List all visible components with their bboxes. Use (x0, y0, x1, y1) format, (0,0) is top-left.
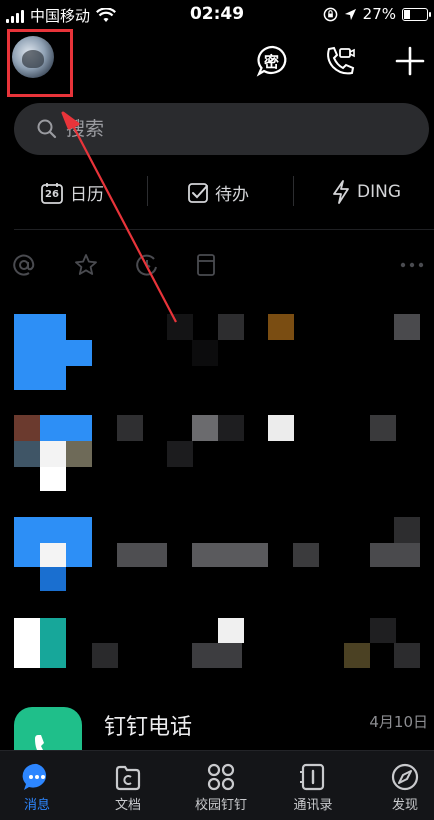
mosaic-block (192, 643, 242, 668)
video-call-button[interactable] (323, 44, 357, 78)
battery-icon (402, 7, 431, 21)
ding-button[interactable]: DING (331, 180, 401, 204)
filter-at-button[interactable] (11, 252, 37, 278)
filter-at-clock-button[interactable] (134, 252, 160, 278)
mosaic-block (218, 415, 244, 441)
search-bar[interactable] (14, 103, 429, 155)
tab-campus[interactable]: 校园钉钉 (178, 751, 264, 820)
compass-icon (391, 763, 419, 791)
chat-name: 钉钉电话 (104, 715, 193, 740)
mosaic-block (344, 643, 370, 668)
mosaic-block (192, 543, 268, 567)
tab-label: 通讯录 (293, 798, 333, 813)
mosaic-block (268, 314, 294, 340)
file-icon (197, 254, 215, 276)
mosaic-block (14, 415, 40, 441)
tab-bar: 消息 文档 校园钉钉 通讯录 发现 (0, 750, 434, 820)
search-icon (37, 119, 57, 139)
separator (293, 176, 294, 206)
filter-star-button[interactable] (73, 252, 99, 278)
rotation-lock-icon (323, 7, 337, 21)
chat-date: 4月10日 (369, 713, 428, 731)
mosaic-block (370, 618, 396, 643)
mosaic-block (370, 543, 420, 567)
mosaic-block (167, 314, 193, 340)
secret-chat-glyph: 密 (264, 53, 280, 71)
todo-label: 待办 (215, 185, 249, 205)
mosaic-block (40, 467, 66, 491)
mosaic-block (268, 415, 294, 441)
lightning-icon (333, 180, 349, 204)
mosaic-block (14, 340, 92, 366)
at-clock-icon (136, 254, 157, 276)
status-right: 27% (323, 5, 431, 23)
location-icon (344, 8, 356, 20)
tab-label: 校园钉钉 (194, 798, 247, 813)
mosaic-block (192, 415, 218, 441)
mosaic-block (167, 441, 193, 467)
mosaic-block (40, 441, 66, 467)
mosaic-block (394, 643, 420, 668)
search-input[interactable] (66, 118, 366, 140)
star-icon (75, 254, 97, 275)
mosaic-block (218, 314, 244, 340)
calendar-day: 26 (45, 188, 59, 200)
tab-discover[interactable]: 发现 (362, 751, 434, 820)
mosaic-block (117, 415, 143, 441)
message-icon (22, 763, 47, 790)
todo-button[interactable]: 待办 (187, 180, 249, 205)
mosaic-block (92, 643, 118, 668)
battery-percent: 27% (362, 5, 396, 23)
mosaic-block (14, 366, 66, 390)
filter-file-button[interactable] (193, 252, 219, 278)
at-icon (13, 254, 35, 276)
tab-label: 消息 (23, 798, 50, 813)
filter-more-button[interactable] (399, 252, 425, 278)
mosaic-block (40, 415, 92, 441)
mosaic-block (66, 543, 92, 567)
more-icon (400, 262, 424, 268)
mosaic-block (40, 543, 66, 567)
mosaic-block (14, 517, 92, 543)
mosaic-block (370, 415, 396, 441)
mosaic-block (66, 441, 92, 467)
tab-label: 发现 (391, 798, 418, 813)
todo-check-icon (188, 182, 208, 203)
calendar-label: 日历 (70, 185, 104, 205)
add-button[interactable] (393, 44, 427, 78)
avatar-icon[interactable] (12, 36, 54, 78)
video-call-icon (327, 46, 355, 75)
mosaic-block (394, 314, 420, 340)
separator (147, 176, 148, 206)
ding-label: DING (357, 182, 401, 202)
secret-chat-button[interactable]: 密 (256, 44, 290, 78)
divider (14, 229, 434, 230)
mosaic-block (14, 543, 40, 567)
contacts-icon (300, 763, 325, 791)
mosaic-block (293, 543, 319, 567)
mosaic-block (40, 567, 66, 591)
mosaic-block (117, 543, 167, 567)
calendar-icon: 26 (40, 181, 64, 205)
tab-documents[interactable]: 文档 (85, 751, 171, 820)
mosaic-block (14, 441, 40, 467)
mosaic-block (192, 340, 218, 366)
quick-actions-row: 26 日历 待办 DING (0, 168, 434, 216)
mosaic-block (14, 314, 66, 340)
status-bar: 中国移动 02:49 27% (0, 0, 434, 30)
mosaic-block (394, 517, 420, 543)
plus-icon (395, 46, 425, 76)
mosaic-block (14, 618, 40, 668)
mosaic-block (40, 618, 66, 668)
tab-messages[interactable]: 消息 (0, 751, 80, 820)
tab-label: 文档 (114, 798, 141, 813)
tab-contacts[interactable]: 通讯录 (270, 751, 356, 820)
document-icon (115, 765, 141, 791)
grid-apps-icon (207, 763, 235, 791)
calendar-button[interactable]: 26 日历 (40, 180, 104, 205)
mosaic-block (218, 618, 244, 643)
